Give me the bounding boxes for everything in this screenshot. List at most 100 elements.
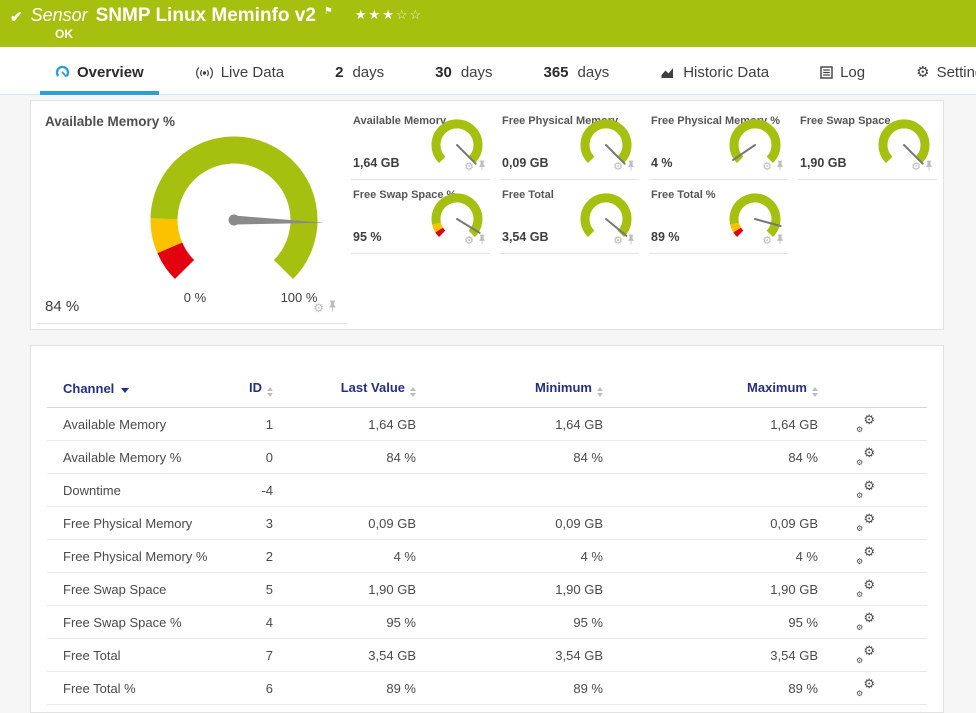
channel-settings-gears-icon[interactable]: ⚙ ⚙ [856,545,875,566]
channel-settings-gears-icon[interactable]: ⚙ ⚙ [856,611,875,632]
cell-id: 7 [265,647,273,663]
table-row: Free Swap Space % 4 95 % 95 % 95 % ⚙ ⚙ [47,606,927,639]
gauges-panel: Available Memory % 0 % 100 % 84 % ⚙ Avai… [30,100,944,330]
channel-table-header: Channel ID Last Value Minimum Maximum [47,346,927,408]
cell-channel: Available Memory [63,416,167,432]
gauge-settings-gear-icon[interactable]: ⚙ [911,161,921,173]
cell-channel: Available Memory % [63,449,182,465]
row-actions: ⚙ ⚙ [818,644,927,665]
tab-label: Overview [77,64,144,81]
flag-icon[interactable]: ⚑ [324,6,333,17]
channel-settings-gears-icon[interactable]: ⚙ ⚙ [856,578,875,599]
pin-icon[interactable] [478,158,486,176]
channel-settings-gears-icon[interactable]: ⚙ ⚙ [856,644,875,665]
channel-settings-gears-icon[interactable]: ⚙ ⚙ [856,512,875,533]
tab-365-days[interactable]: 365 days [529,56,625,94]
gauge-settings-gear-icon[interactable]: ⚙ [613,161,623,173]
cell-max: 1,64 GB [770,416,818,432]
cell-max: 0,09 GB [770,515,818,531]
channel-settings-gears-icon[interactable]: ⚙ ⚙ [856,446,875,467]
cell-last: 84 % [386,449,416,465]
tab-30-days[interactable]: 30 days [420,56,507,94]
stars-filled: ★★★ [354,7,396,22]
cell-max: 84 % [788,449,818,465]
cell-min: 1,90 GB [555,581,603,597]
column-header-maximum[interactable]: Maximum [603,380,818,397]
status-badge: OK [55,27,73,41]
mini-gauge-tile: Available Memory 1,64 GB ⚙ [351,106,490,180]
table-row: Downtime -4 ⚙ ⚙ [47,474,927,507]
cell-max: 4 % [795,548,818,564]
cell-min: 3,54 GB [555,647,603,663]
column-header-channel[interactable]: Channel [63,381,223,396]
channel-settings-gears-icon[interactable]: ⚙ ⚙ [856,413,875,434]
row-actions: ⚙ ⚙ [818,479,927,500]
tab-label: days [460,64,493,81]
tab-log[interactable]: Log [805,56,880,94]
pin-icon[interactable] [328,299,337,317]
gauge-settings-gear-icon[interactable]: ⚙ [762,235,772,247]
tab-label: days [352,64,385,81]
tab-label: Live Data [220,64,285,81]
tile-actions: ⚙ [762,232,784,250]
cell-last: 1,64 GB [368,416,416,432]
gauge-icon [55,66,70,79]
tab-settings[interactable]: ⚙ Settings [901,56,976,94]
tile-actions: ⚙ [911,158,933,176]
channel-settings-gears-icon[interactable]: ⚙ ⚙ [856,677,875,698]
tile-actions: ⚙ [464,158,486,176]
mini-gauge-tile: Free Physical Memory % 4 % ⚙ [649,106,788,180]
gauge-settings-gear-icon[interactable]: ⚙ [313,302,324,314]
cell-id: 2 [265,548,273,564]
historic-data-icon [660,66,676,79]
mini-gauge-value: 89 % [651,230,680,244]
column-header-last-value[interactable]: Last Value [273,380,416,397]
cell-id: -4 [261,482,273,498]
tab-label: days [577,64,610,81]
live-data-icon [195,66,214,80]
mini-gauge-tile: Free Physical Memory 0,09 GB ⚙ [500,106,639,180]
gauge-settings-gear-icon[interactable]: ⚙ [464,161,474,173]
sensor-title-line: ✔ Sensor SNMP Linux Meminfo v2 ⚑ ★★★☆☆ [10,5,423,27]
column-header-label: Channel [63,381,115,396]
column-header-label: Maximum [747,380,807,395]
pin-icon[interactable] [776,158,784,176]
tab-2-days[interactable]: 2 days [320,56,399,94]
channel-settings-gears-icon[interactable]: ⚙ ⚙ [856,479,875,500]
tab-label: Historic Data [683,64,770,81]
channel-table-body: Available Memory 1 1,64 GB 1,64 GB 1,64 GB ⚙ ⚙… [47,408,927,705]
sort-toggle-icon [812,387,818,397]
cell-id: 3 [265,515,273,531]
cell-channel: Downtime [63,482,121,498]
gauge-settings-gear-icon[interactable]: ⚙ [613,235,623,247]
tab-live-data[interactable]: Live Data [180,56,299,94]
mini-gauge-tile: Free Total 3,54 GB ⚙ [500,180,639,254]
column-header-id[interactable]: ID [223,380,273,397]
tile-actions: ⚙ [464,232,486,250]
prtg-sensor-overview-page: { "colors": { "header_bg": "#a6c00f", "g… [0,0,976,713]
tab-day-count: 365 [543,64,569,81]
row-actions: ⚙ ⚙ [818,512,927,533]
tab-historic-data[interactable]: Historic Data [645,56,784,94]
pin-icon[interactable] [627,158,635,176]
pin-icon[interactable] [478,232,486,250]
tab-overview[interactable]: Overview [40,56,159,95]
gauge-settings-gear-icon[interactable]: ⚙ [464,235,474,247]
cell-last: 4 % [393,548,416,564]
column-header-minimum[interactable]: Minimum [416,380,603,397]
row-actions: ⚙ ⚙ [818,413,927,434]
mini-gauge-value: 1,90 GB [800,156,847,170]
tile-actions: ⚙ [762,158,784,176]
gauge-settings-gear-icon[interactable]: ⚙ [762,161,772,173]
stars-empty: ☆☆ [395,7,424,22]
cell-min: 84 % [573,449,603,465]
pin-icon[interactable] [925,158,933,176]
pin-icon[interactable] [627,232,635,250]
cell-max: 3,54 GB [770,647,818,663]
object-kind-label: Sensor [30,5,88,25]
pin-icon[interactable] [776,232,784,250]
cell-last: 0,09 GB [368,515,416,531]
cell-id: 0 [265,449,273,465]
priority-stars[interactable]: ★★★☆☆ [355,7,423,23]
status-ok-check-icon: ✔ [10,9,23,26]
